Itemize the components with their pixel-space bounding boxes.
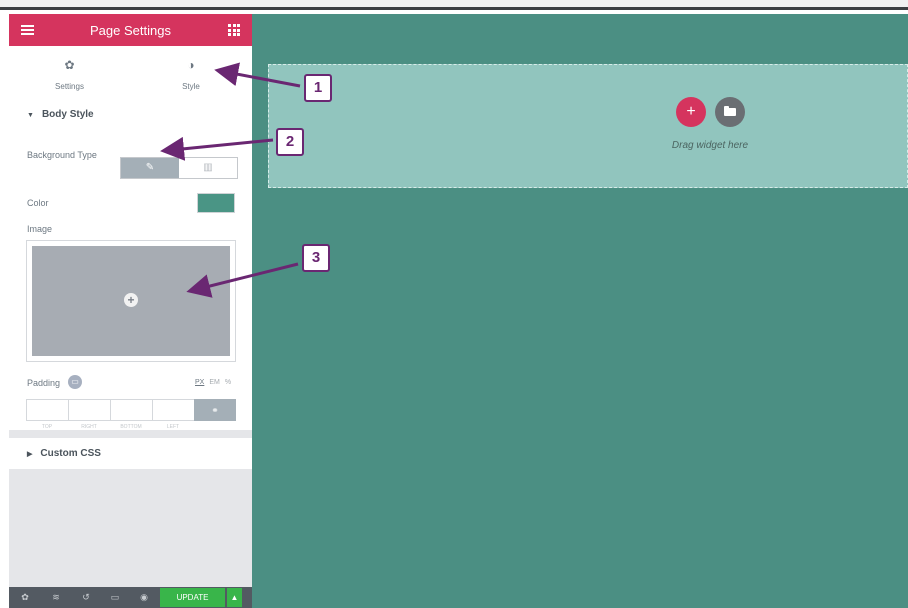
callout-3: 3 xyxy=(302,244,330,272)
callout-2: 2 xyxy=(276,128,304,156)
arrow-1 xyxy=(214,62,301,88)
arrow-3 xyxy=(186,262,299,298)
annotation-arrows xyxy=(160,62,301,298)
arrow-2 xyxy=(160,136,274,161)
callout-1: 1 xyxy=(304,74,332,102)
